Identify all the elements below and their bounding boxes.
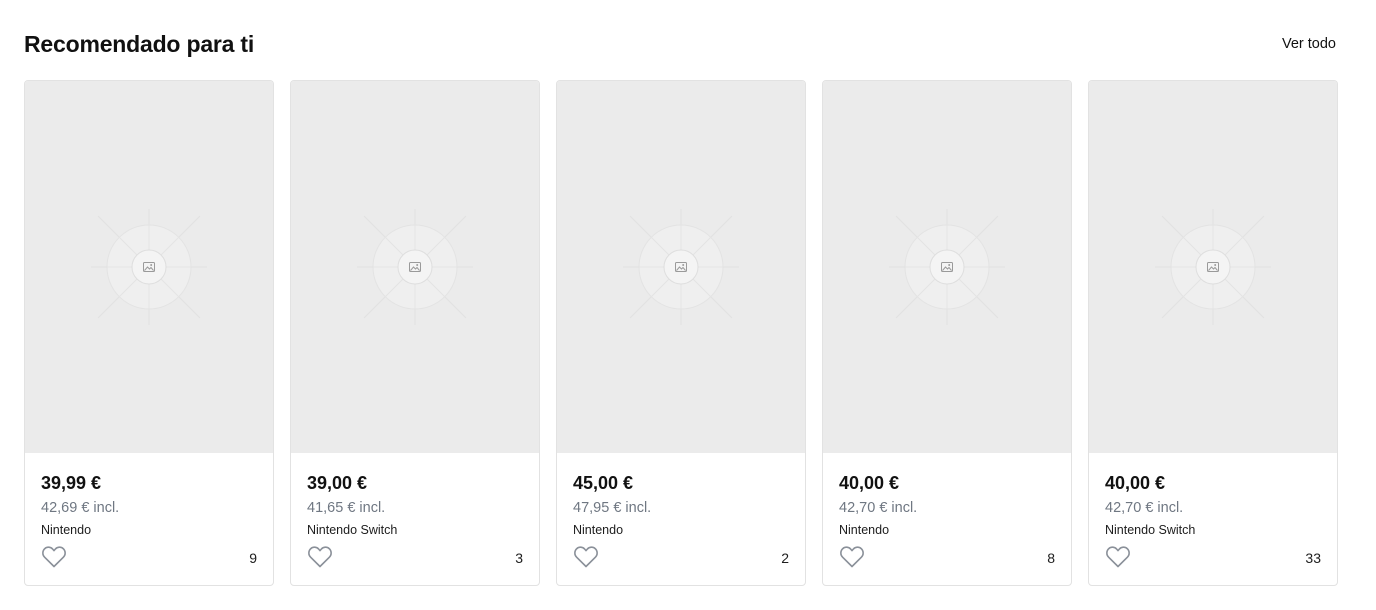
section-title: Recomendado para ti (24, 31, 255, 57)
recommended-section: Recomendado para ti Ver todo 39,99 € 42,… (0, 0, 1376, 610)
product-brand: Nintendo Switch (307, 523, 398, 537)
favourite-count: 2 (781, 550, 789, 566)
product-image[interactable] (557, 81, 805, 453)
product-card[interactable]: 39,99 € 42,69 € incl. Nintendo 9 (24, 80, 274, 586)
product-info: 40,00 € 42,70 € incl. Nintendo 8 (839, 453, 1055, 585)
favourite-count: 8 (1047, 550, 1055, 566)
favourite-count: 33 (1305, 550, 1321, 566)
product-card[interactable]: 40,00 € 42,70 € incl. Nintendo 8 (822, 80, 1072, 586)
favourite-count: 3 (515, 550, 523, 566)
product-info: 39,00 € 41,65 € incl. Nintendo Switch 3 (307, 453, 523, 585)
favourite-button[interactable] (307, 545, 333, 569)
image-placeholder-icon (1155, 209, 1271, 325)
product-grid: 39,99 € 42,69 € incl. Nintendo 9 39,00 €… (24, 80, 1338, 586)
image-placeholder-icon (357, 209, 473, 325)
heart-icon (1106, 546, 1130, 568)
product-price-incl: 42,69 € incl. (41, 500, 120, 516)
product-price-incl: 41,65 € incl. (307, 500, 386, 516)
heart-icon (574, 546, 598, 568)
favourite-button[interactable] (1105, 545, 1131, 569)
product-info: 39,99 € 42,69 € incl. Nintendo 9 (41, 453, 257, 585)
product-price: 39,00 € (307, 473, 368, 493)
product-price: 40,00 € (1105, 473, 1166, 493)
product-info: 40,00 € 42,70 € incl. Nintendo Switch 33 (1105, 453, 1321, 585)
product-price: 45,00 € (573, 473, 634, 493)
heart-icon (42, 546, 66, 568)
image-placeholder-icon (91, 209, 207, 325)
product-card[interactable]: 40,00 € 42,70 € incl. Nintendo Switch 33 (1088, 80, 1338, 586)
product-brand: Nintendo (573, 523, 624, 537)
section-header: Recomendado para ti Ver todo (24, 28, 1338, 60)
image-placeholder-icon (623, 209, 739, 325)
product-price-incl: 42,70 € incl. (839, 500, 918, 516)
product-info: 45,00 € 47,95 € incl. Nintendo 2 (573, 453, 789, 585)
favourite-button[interactable] (573, 545, 599, 569)
favourite-count: 9 (249, 550, 257, 566)
favourite-button[interactable] (839, 545, 865, 569)
product-price-incl: 47,95 € incl. (573, 500, 652, 516)
heart-icon (308, 546, 332, 568)
product-card[interactable]: 45,00 € 47,95 € incl. Nintendo 2 (556, 80, 806, 586)
product-image[interactable] (1089, 81, 1337, 453)
product-image[interactable] (25, 81, 273, 453)
see-all-link[interactable]: Ver todo (1282, 34, 1336, 54)
favourite-button[interactable] (41, 545, 67, 569)
product-image[interactable] (291, 81, 539, 453)
product-price: 40,00 € (839, 473, 900, 493)
product-price-incl: 42,70 € incl. (1105, 500, 1184, 516)
product-brand: Nintendo (839, 523, 890, 537)
product-image[interactable] (823, 81, 1071, 453)
heart-icon (840, 546, 864, 568)
product-brand: Nintendo (41, 523, 92, 537)
image-placeholder-icon (889, 209, 1005, 325)
product-card[interactable]: 39,00 € 41,65 € incl. Nintendo Switch 3 (290, 80, 540, 586)
product-price: 39,99 € (41, 473, 102, 493)
product-brand: Nintendo Switch (1105, 523, 1196, 537)
